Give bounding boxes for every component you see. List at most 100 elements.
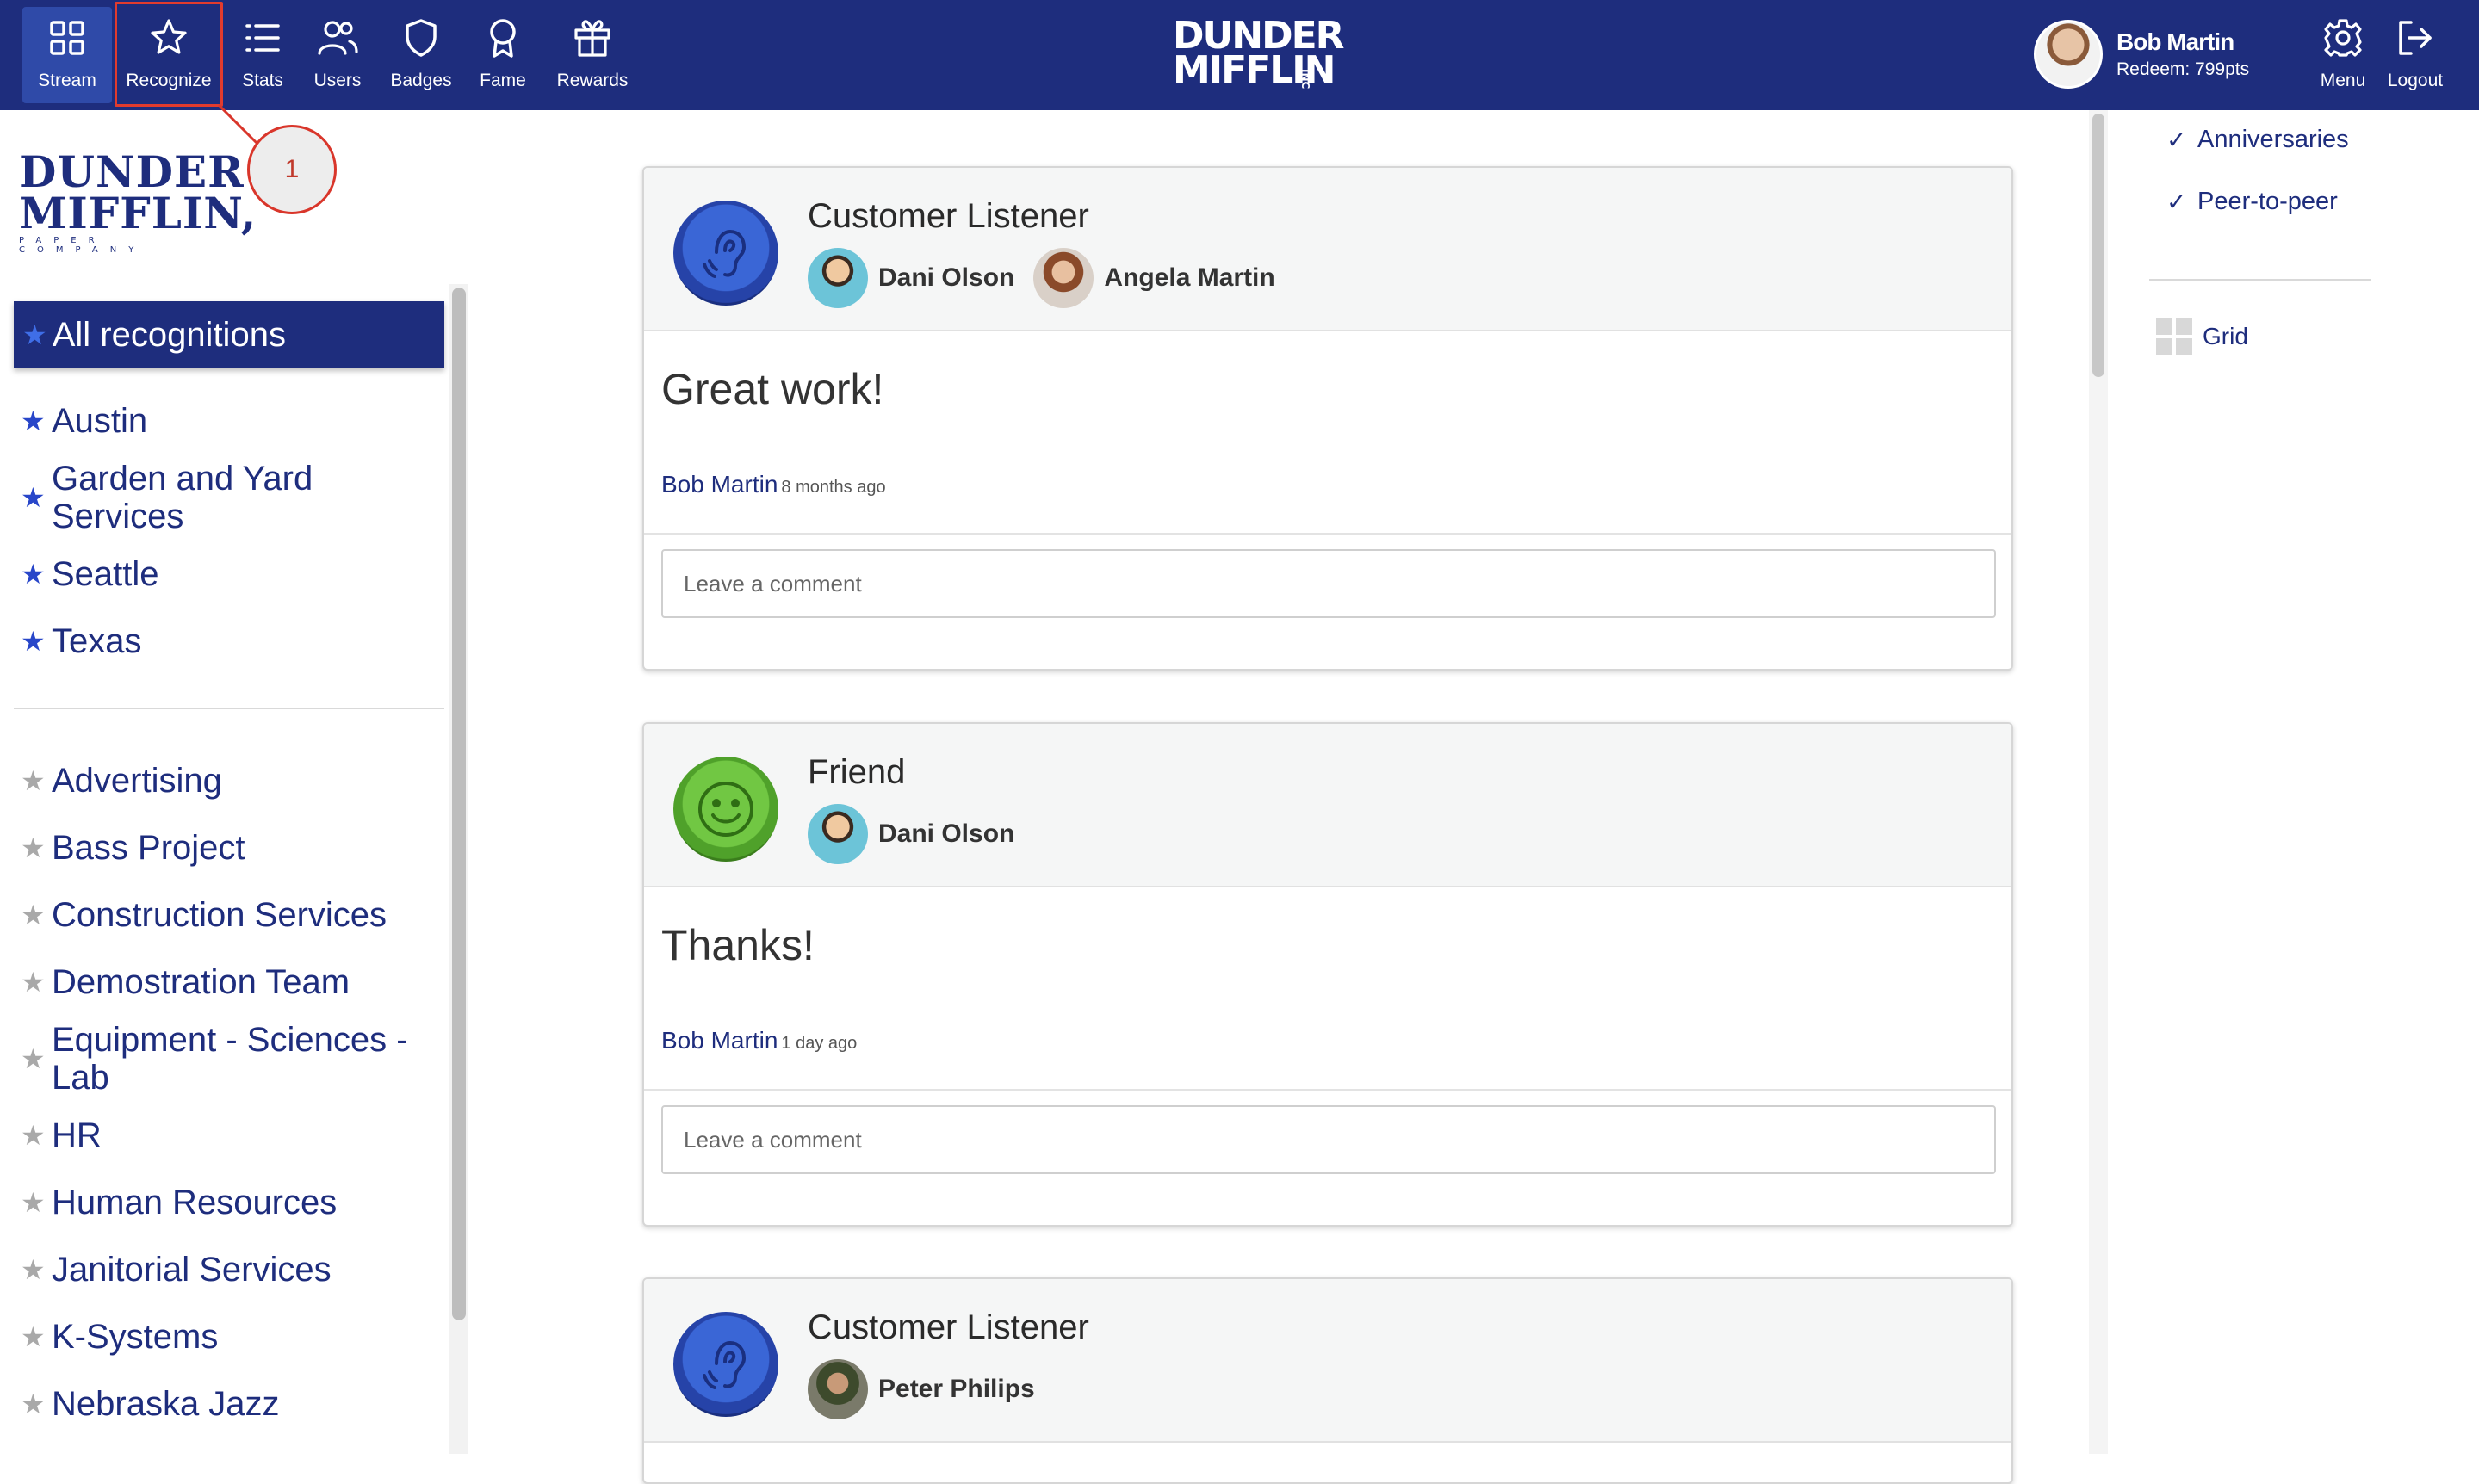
- award-icon: [479, 14, 527, 62]
- sidebar-item-austin[interactable]: ★ Austin: [14, 387, 444, 454]
- recipient-name: Peter Philips: [878, 1375, 1035, 1403]
- nav-rewards[interactable]: Rewards: [551, 7, 634, 103]
- location-list: ★ Austin ★ Garden and Yard Services ★ Se…: [14, 387, 444, 675]
- check-icon: ✓: [2166, 126, 2187, 153]
- grid-view-label: Grid: [2203, 323, 2248, 349]
- logo-inc: INC: [1299, 69, 1311, 90]
- sidebar-item-garden-and-yard-services[interactable]: ★ Garden and Yard Services: [14, 454, 444, 541]
- feed-scrollbar-thumb[interactable]: [2092, 114, 2104, 377]
- star-icon: ★: [21, 1120, 46, 1151]
- feed-options-panel: ✓ Anniversaries ✓ Peer-to-peer Grid: [2149, 121, 2373, 355]
- filter-all-recognitions[interactable]: ★ All recognitions: [14, 301, 444, 368]
- author-link[interactable]: Bob Martin: [661, 1027, 778, 1054]
- recipient-name: Dani Olson: [878, 819, 1015, 848]
- nav-stats[interactable]: Stats: [231, 7, 294, 103]
- avatar: [1033, 248, 1094, 308]
- recipient[interactable]: Dani Olson: [808, 804, 1014, 864]
- nav-users[interactable]: Users: [305, 7, 370, 103]
- grid-view-toggle[interactable]: Grid: [2156, 318, 2248, 355]
- grid-icon: [43, 14, 91, 62]
- user-points[interactable]: Redeem: 799pts: [2116, 59, 2249, 80]
- star-icon: ★: [22, 319, 47, 350]
- sidebar-item-advertising[interactable]: ★ Advertising: [14, 747, 444, 814]
- avatar[interactable]: [2034, 20, 2103, 89]
- recipient[interactable]: Angela Martin: [1033, 248, 1275, 308]
- sidebar-item-construction-services[interactable]: ★ Construction Services: [14, 881, 444, 949]
- sidebar-scrollbar-thumb[interactable]: [452, 288, 466, 1320]
- check-icon: ✓: [2166, 188, 2187, 215]
- star-icon: ★: [21, 1321, 46, 1352]
- sidebar-item-label: K-Systems: [52, 1318, 219, 1356]
- avatar: [808, 1359, 868, 1419]
- shield-icon: [397, 14, 445, 62]
- sidebar-item-label: Bass Project: [52, 829, 245, 867]
- comment-input[interactable]: [661, 549, 1996, 618]
- sidebar-item-label: Nebraska Jazz: [52, 1385, 280, 1423]
- recognition-card: Friend Dani Olson Thanks! Bob Martin 1 da…: [642, 722, 2013, 1227]
- badge-title[interactable]: Friend: [808, 753, 905, 792]
- nav-stream[interactable]: Stream: [22, 7, 112, 103]
- ear-icon[interactable]: [673, 201, 778, 306]
- sidebar-item-label: Garden and Yard Services: [52, 460, 313, 535]
- filter-label: Peer-to-peer: [2197, 187, 2338, 215]
- logout-icon: [2391, 14, 2439, 62]
- author-link[interactable]: Bob Martin: [661, 471, 778, 498]
- team-list: ★ Advertising ★ Bass Project ★ Construct…: [14, 747, 444, 1438]
- sidebar-item-nebraska-jazz[interactable]: ★ Nebraska Jazz: [14, 1370, 444, 1438]
- nav-stream-label: Stream: [38, 71, 96, 90]
- nav-logout[interactable]: Logout: [2383, 7, 2447, 103]
- star-icon: ★: [21, 1388, 46, 1419]
- filter-peer-to-peer[interactable]: ✓ Peer-to-peer: [2149, 182, 2373, 220]
- sidebar-item-k-systems[interactable]: ★ K-Systems: [14, 1303, 444, 1370]
- sidebar-item-janitorial-services[interactable]: ★ Janitorial Services: [14, 1236, 444, 1303]
- star-icon: ★: [21, 1187, 46, 1218]
- sidebar-item-human-resources[interactable]: ★ Human Resources: [14, 1169, 444, 1236]
- sidebar-item-equipment-sciences-lab[interactable]: ★ Equipment - Sciences - Lab: [14, 1016, 444, 1102]
- nav-badges-label: Badges: [390, 71, 452, 90]
- recognition-meta: Bob Martin 8 months ago: [661, 471, 886, 498]
- recognition-meta: Bob Martin 1 day ago: [661, 1027, 857, 1054]
- nav-rewards-label: Rewards: [556, 71, 629, 90]
- nav-users-label: Users: [313, 71, 362, 90]
- sidebar-divider: [14, 708, 444, 709]
- nav-menu[interactable]: Menu: [2315, 7, 2371, 103]
- sidebar-item-texas[interactable]: ★ Texas: [14, 608, 444, 675]
- card-divider: [644, 533, 2011, 535]
- card-header: Customer Listener Dani Olson Angela Mart…: [644, 168, 2011, 331]
- sidebar-item-hr[interactable]: ★ HR: [14, 1102, 444, 1169]
- company-logo: DUNDER MIFFLIN, PAPER COMPANY: [19, 151, 256, 256]
- recognition-message: Great work!: [661, 365, 884, 413]
- recipient-list: Dani Olson Angela Martin: [808, 247, 1294, 309]
- sidebar-item-label: Construction Services: [52, 896, 387, 934]
- sidebar-scrollbar[interactable]: [449, 284, 468, 1454]
- sidebar-item-label: Seattle: [52, 555, 159, 593]
- sidebar-item-label: Equipment - Sciences - Lab: [52, 1021, 408, 1097]
- sidebar-item-demostration-team[interactable]: ★ Demostration Team: [14, 949, 444, 1016]
- filter-anniversaries[interactable]: ✓ Anniversaries: [2149, 121, 2373, 158]
- recipient[interactable]: Peter Philips: [808, 1359, 1035, 1419]
- nav-menu-label: Menu: [2320, 71, 2366, 90]
- badge-title[interactable]: Customer Listener: [808, 197, 1089, 236]
- recognition-filter-sidebar: ★ All recognitions ★ Austin ★ Garden and…: [14, 301, 444, 1438]
- recognition-message: Thanks!: [661, 921, 815, 969]
- badge-title[interactable]: Customer Listener: [808, 1308, 1089, 1347]
- nav-fame[interactable]: Fame: [472, 7, 534, 103]
- user-profile[interactable]: Bob Martin Redeem: 799pts: [2034, 15, 2249, 93]
- feed-scrollbar[interactable]: [2089, 110, 2108, 1454]
- filter-all-label: All recognitions: [52, 315, 286, 354]
- recipient[interactable]: Dani Olson: [808, 248, 1014, 308]
- nav-badges[interactable]: Badges: [386, 7, 456, 103]
- recipient-list: Peter Philips: [808, 1358, 1054, 1420]
- filter-label: Anniversaries: [2197, 125, 2349, 153]
- logo-tagline: PAPER COMPANY: [19, 236, 146, 255]
- nav-fame-label: Fame: [480, 71, 526, 90]
- dunder-mifflin-logo[interactable]: DUNDER MIFFLIN INC: [1173, 17, 1345, 91]
- sidebar-item-bass-project[interactable]: ★ Bass Project: [14, 814, 444, 881]
- ear-icon[interactable]: [673, 1312, 778, 1417]
- sidebar-item-seattle[interactable]: ★ Seattle: [14, 541, 444, 608]
- top-navigation-bar: Stream Recognize Stats Users Badges Fame…: [0, 0, 2479, 110]
- comment-input[interactable]: [661, 1105, 1996, 1174]
- star-icon: ★: [21, 1043, 46, 1074]
- star-icon: ★: [21, 765, 46, 796]
- smiley-icon[interactable]: [673, 757, 778, 862]
